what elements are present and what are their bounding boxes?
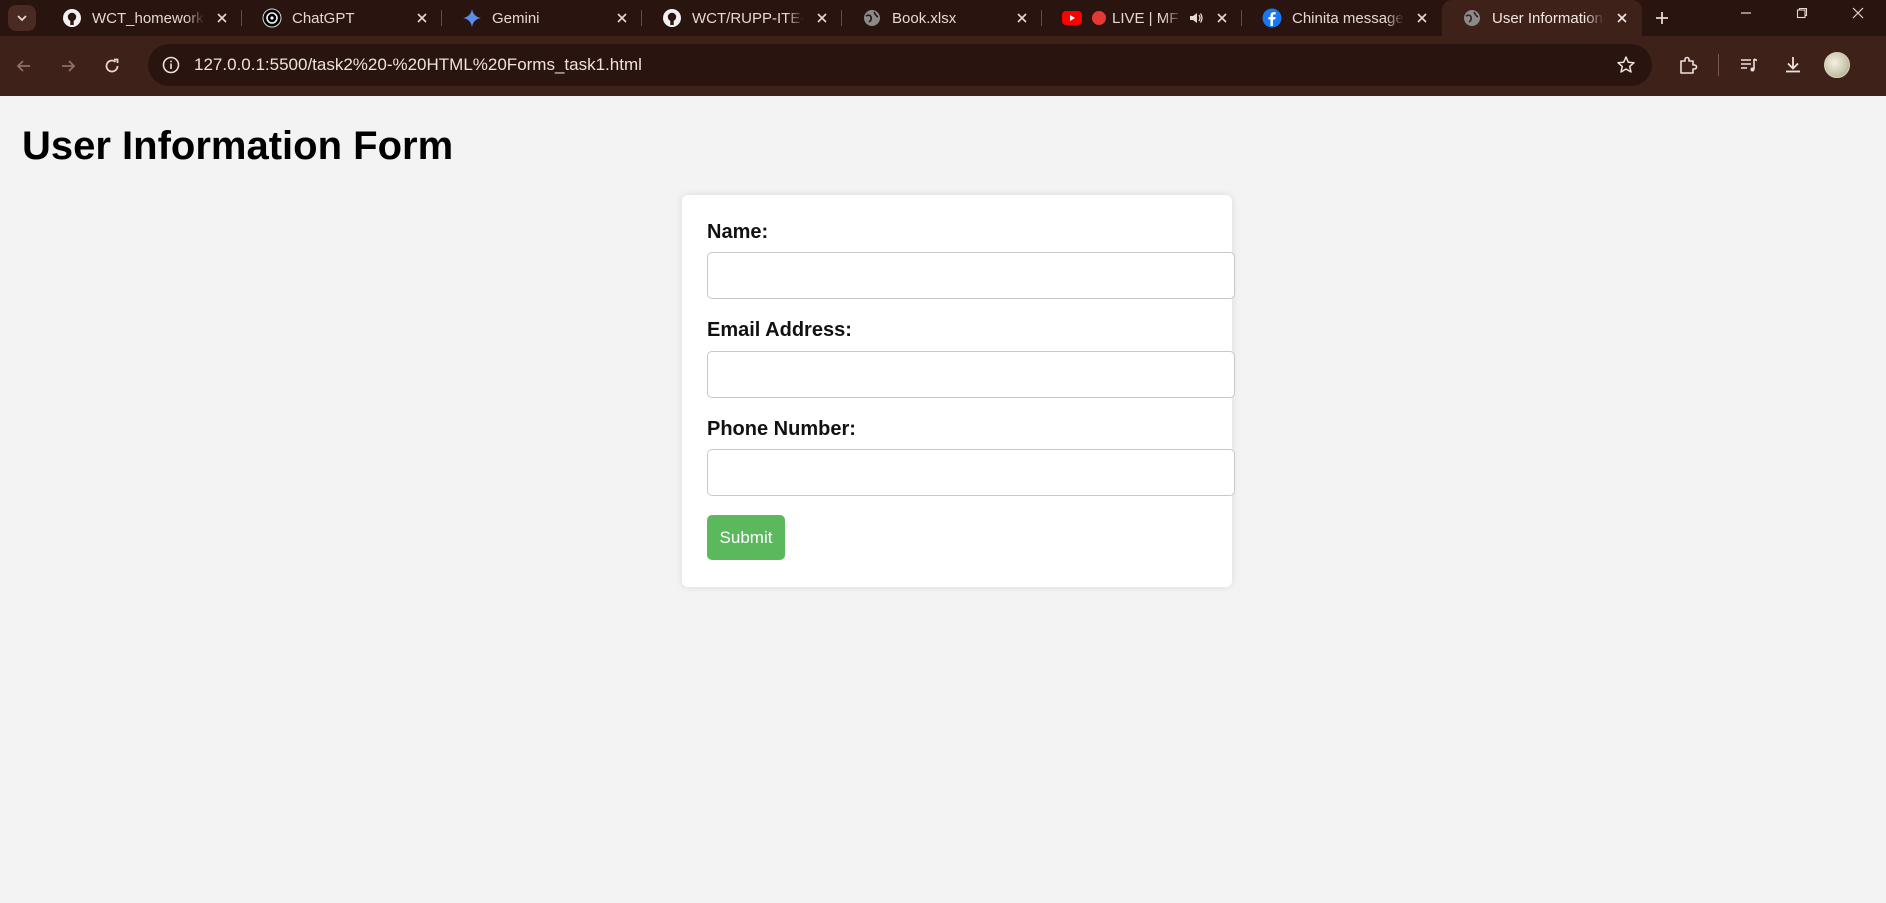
tab-title: User Information [1492, 9, 1604, 27]
tab-user-information[interactable]: User Information [1442, 0, 1642, 36]
toolbar-actions [1666, 44, 1859, 86]
downloads-button[interactable] [1771, 44, 1815, 86]
name-label: Name: [707, 221, 769, 243]
facebook-icon [1262, 8, 1282, 28]
tab-title: Book.xlsx [892, 9, 1004, 27]
restore-icon [1796, 7, 1808, 19]
tab-chinita-messages[interactable]: Chinita message [1242, 0, 1442, 36]
globe-icon [1462, 8, 1482, 28]
tab-title: LIVE | MF [1112, 9, 1182, 27]
tab-title: Chinita message [1292, 9, 1404, 27]
close-icon[interactable] [1212, 8, 1232, 28]
close-icon [1852, 7, 1864, 19]
email-field[interactable] [707, 351, 1235, 398]
chevron-down-icon [17, 15, 27, 22]
star-icon [1617, 56, 1635, 73]
reload-button[interactable] [90, 44, 134, 88]
url-text[interactable]: 127.0.0.1:5500/task2%20-%20HTML%20Forms_… [194, 55, 642, 75]
download-icon [1786, 57, 1800, 73]
tab-live-youtube[interactable]: LIVE | MF [1042, 0, 1242, 36]
media-controls-button[interactable] [1727, 44, 1771, 86]
tab-title: Gemini [492, 9, 604, 27]
reload-icon [105, 58, 119, 73]
close-icon[interactable] [812, 8, 832, 28]
github-icon [62, 8, 82, 28]
close-icon[interactable] [1412, 8, 1432, 28]
tab-book-xlsx[interactable]: Book.xlsx [842, 0, 1042, 36]
browser-toolbar: 127.0.0.1:5500/task2%20-%20HTML%20Forms_… [0, 36, 1886, 96]
minimize-icon [1741, 12, 1751, 14]
forward-button[interactable] [46, 44, 90, 88]
phone-label: Phone Number: [707, 418, 856, 440]
close-icon[interactable] [212, 8, 232, 28]
close-icon[interactable] [1612, 8, 1632, 28]
window-controls [1718, 0, 1886, 26]
puzzle-icon [1680, 56, 1698, 74]
bookmark-button[interactable] [1614, 53, 1638, 77]
close-icon[interactable] [612, 8, 632, 28]
close-icon[interactable] [1012, 8, 1032, 28]
github-icon [662, 8, 682, 28]
back-button[interactable] [2, 44, 46, 88]
arrow-right-icon [62, 60, 76, 72]
name-field[interactable] [707, 252, 1235, 299]
tab-strip: WCT_homework ChatGPT Gemini WCT/RUPP-ITE… [0, 0, 1886, 36]
minimize-button[interactable] [1718, 0, 1774, 26]
tab-search-button[interactable] [8, 5, 36, 31]
info-icon [162, 56, 180, 74]
site-info-button[interactable] [150, 44, 192, 86]
recording-dot-icon [1092, 11, 1106, 25]
page-title: User Information Form [22, 124, 454, 168]
close-icon[interactable] [412, 8, 432, 28]
tab-title: WCT_homework [92, 9, 204, 27]
avatar [1824, 52, 1850, 78]
toolbar-divider [1718, 54, 1719, 76]
email-label: Email Address: [707, 319, 852, 341]
globe-icon [862, 8, 882, 28]
address-bar[interactable]: 127.0.0.1:5500/task2%20-%20HTML%20Forms_… [148, 44, 1652, 86]
tab-chatgpt[interactable]: ChatGPT [242, 0, 442, 36]
submit-button[interactable]: Submit [707, 515, 785, 560]
page-content: User Information Form Name: Email Addres… [0, 96, 1886, 903]
tab-gemini[interactable]: Gemini [442, 0, 642, 36]
tab-wct-rupp[interactable]: WCT/RUPP-ITE-2 [642, 0, 842, 36]
plus-icon [1656, 12, 1668, 24]
youtube-icon [1062, 8, 1082, 28]
profile-button[interactable] [1815, 44, 1859, 86]
new-tab-button[interactable] [1642, 0, 1682, 36]
restore-button[interactable] [1774, 0, 1830, 26]
user-information-form: Name: Email Address: Phone Number: Submi… [682, 195, 1235, 587]
tab-title: WCT/RUPP-ITE-2 [692, 9, 804, 27]
tab-wct-homework[interactable]: WCT_homework [42, 0, 242, 36]
extensions-button[interactable] [1666, 44, 1710, 86]
chatgpt-icon [262, 8, 282, 28]
gemini-icon [462, 8, 482, 28]
close-window-button[interactable] [1830, 0, 1886, 26]
phone-field[interactable] [707, 449, 1235, 496]
speaker-icon[interactable] [1188, 10, 1204, 26]
playlist-music-icon [1741, 58, 1758, 72]
arrow-left-icon [16, 60, 30, 72]
tab-title: ChatGPT [292, 9, 404, 27]
